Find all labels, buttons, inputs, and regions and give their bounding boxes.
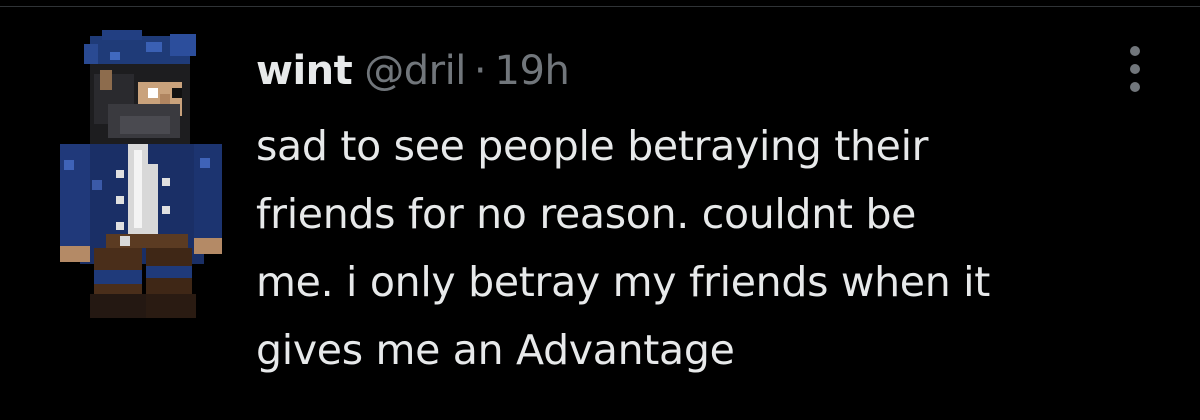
tweet-text-line: sad to see people betraying their <box>256 122 929 170</box>
tweet-text-line: friends for no reason. couldnt be <box>256 190 917 238</box>
header-separator: · <box>473 48 487 94</box>
tweet-text-line: me. i only betray my friends when it <box>256 258 990 306</box>
author-display-name[interactable]: wint <box>256 48 353 94</box>
tweet-header: wint @dril · 19h <box>256 48 570 100</box>
tweet[interactable]: wint @dril · 19h sad to see people betra… <box>0 0 1200 420</box>
tweet-text-line: gives me an Advantage <box>256 326 735 374</box>
minecraft-pirate-avatar-icon <box>60 30 222 318</box>
author-handle[interactable]: @dril <box>364 48 466 94</box>
tweet-text: sad to see people betraying their friend… <box>256 112 1156 384</box>
tweet-timestamp[interactable]: 19h <box>495 48 570 94</box>
more-options-button[interactable] <box>1118 42 1152 96</box>
avatar[interactable] <box>50 30 225 320</box>
